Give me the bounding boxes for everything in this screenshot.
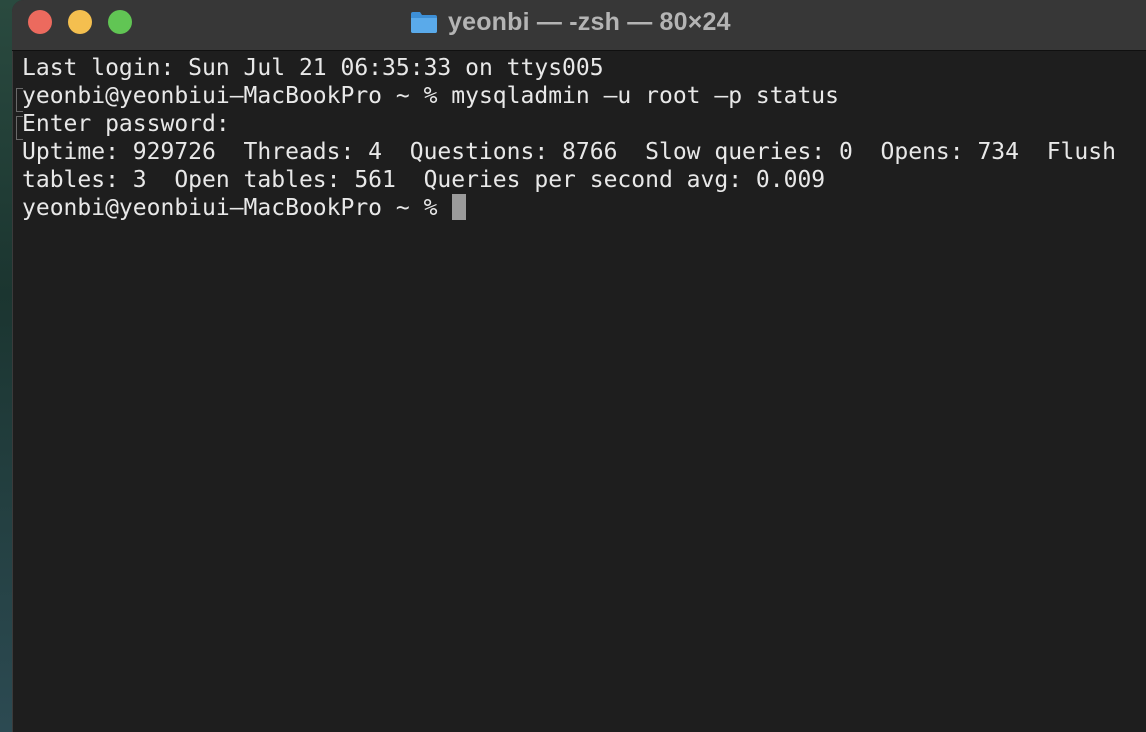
terminal-window: yeonbi — -zsh — 80×24 Last login: Sun Ju… <box>12 0 1146 732</box>
maximize-button[interactable] <box>108 10 132 34</box>
terminal-output[interactable]: Last login: Sun Jul 21 06:35:33 on ttys0… <box>22 54 1142 222</box>
folder-icon <box>411 12 437 33</box>
terminal-line: tables: 3 Open tables: 561 Queries per s… <box>22 167 826 193</box>
terminal-line: Enter password: <box>22 111 230 137</box>
window-title: yeonbi — -zsh — 80×24 <box>448 7 731 36</box>
text-cursor <box>452 194 467 220</box>
terminal-line: Last login: Sun Jul 21 06:35:33 on ttys0… <box>22 55 604 81</box>
terminal-line: yeonbi@yeonbiui—MacBookPro ~ % mysqladmi… <box>22 83 839 109</box>
window-title-group: yeonbi — -zsh — 80×24 <box>410 7 731 37</box>
minimize-button[interactable] <box>68 10 92 34</box>
close-button[interactable] <box>28 10 52 34</box>
prompt-line[interactable]: yeonbi@yeonbiui—MacBookPro ~ % <box>22 194 1142 222</box>
desktop-background: yeonbi — -zsh — 80×24 Last login: Sun Ju… <box>0 0 1146 732</box>
shell-prompt: yeonbi@yeonbiui—MacBookPro ~ % <box>22 195 452 221</box>
terminal-line: Uptime: 929726 Threads: 4 Questions: 876… <box>22 139 1116 165</box>
title-bar[interactable]: yeonbi — -zsh — 80×24 <box>12 0 1146 51</box>
